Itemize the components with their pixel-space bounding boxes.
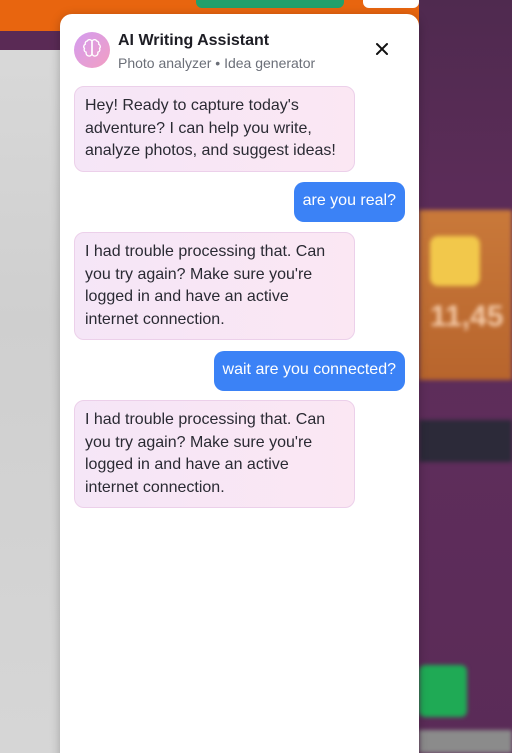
background-left-band <box>0 31 60 50</box>
assistant-message: Hey! Ready to capture today's adventure?… <box>74 86 355 172</box>
background-stat-number: 11,45 <box>430 300 504 333</box>
background-edit-button <box>419 665 467 717</box>
assistant-message: I had trouble processing that. Can you t… <box>74 400 355 508</box>
assistant-message: I had trouble processing that. Can you t… <box>74 232 355 340</box>
chat-header: AI Writing Assistant Photo analyzer • Id… <box>60 14 419 86</box>
chat-panel: AI Writing Assistant Photo analyzer • Id… <box>60 14 419 753</box>
background-white-button <box>363 0 419 8</box>
close-icon <box>375 42 389 61</box>
background-stat-icon <box>430 236 480 286</box>
background-bottom-bar <box>419 730 512 753</box>
brain-icon <box>82 38 102 63</box>
assistant-name: AI Writing Assistant <box>118 32 270 49</box>
user-message: are you real? <box>293 182 405 222</box>
assistant-avatar <box>74 32 110 68</box>
user-message: wait are you connected? <box>213 351 405 391</box>
assistant-subtitle: Photo analyzer • Idea generator <box>118 55 316 71</box>
close-button[interactable] <box>369 38 395 64</box>
background-green-button <box>196 0 344 8</box>
background-dark-band <box>419 420 512 462</box>
background-left-panel <box>0 31 60 753</box>
